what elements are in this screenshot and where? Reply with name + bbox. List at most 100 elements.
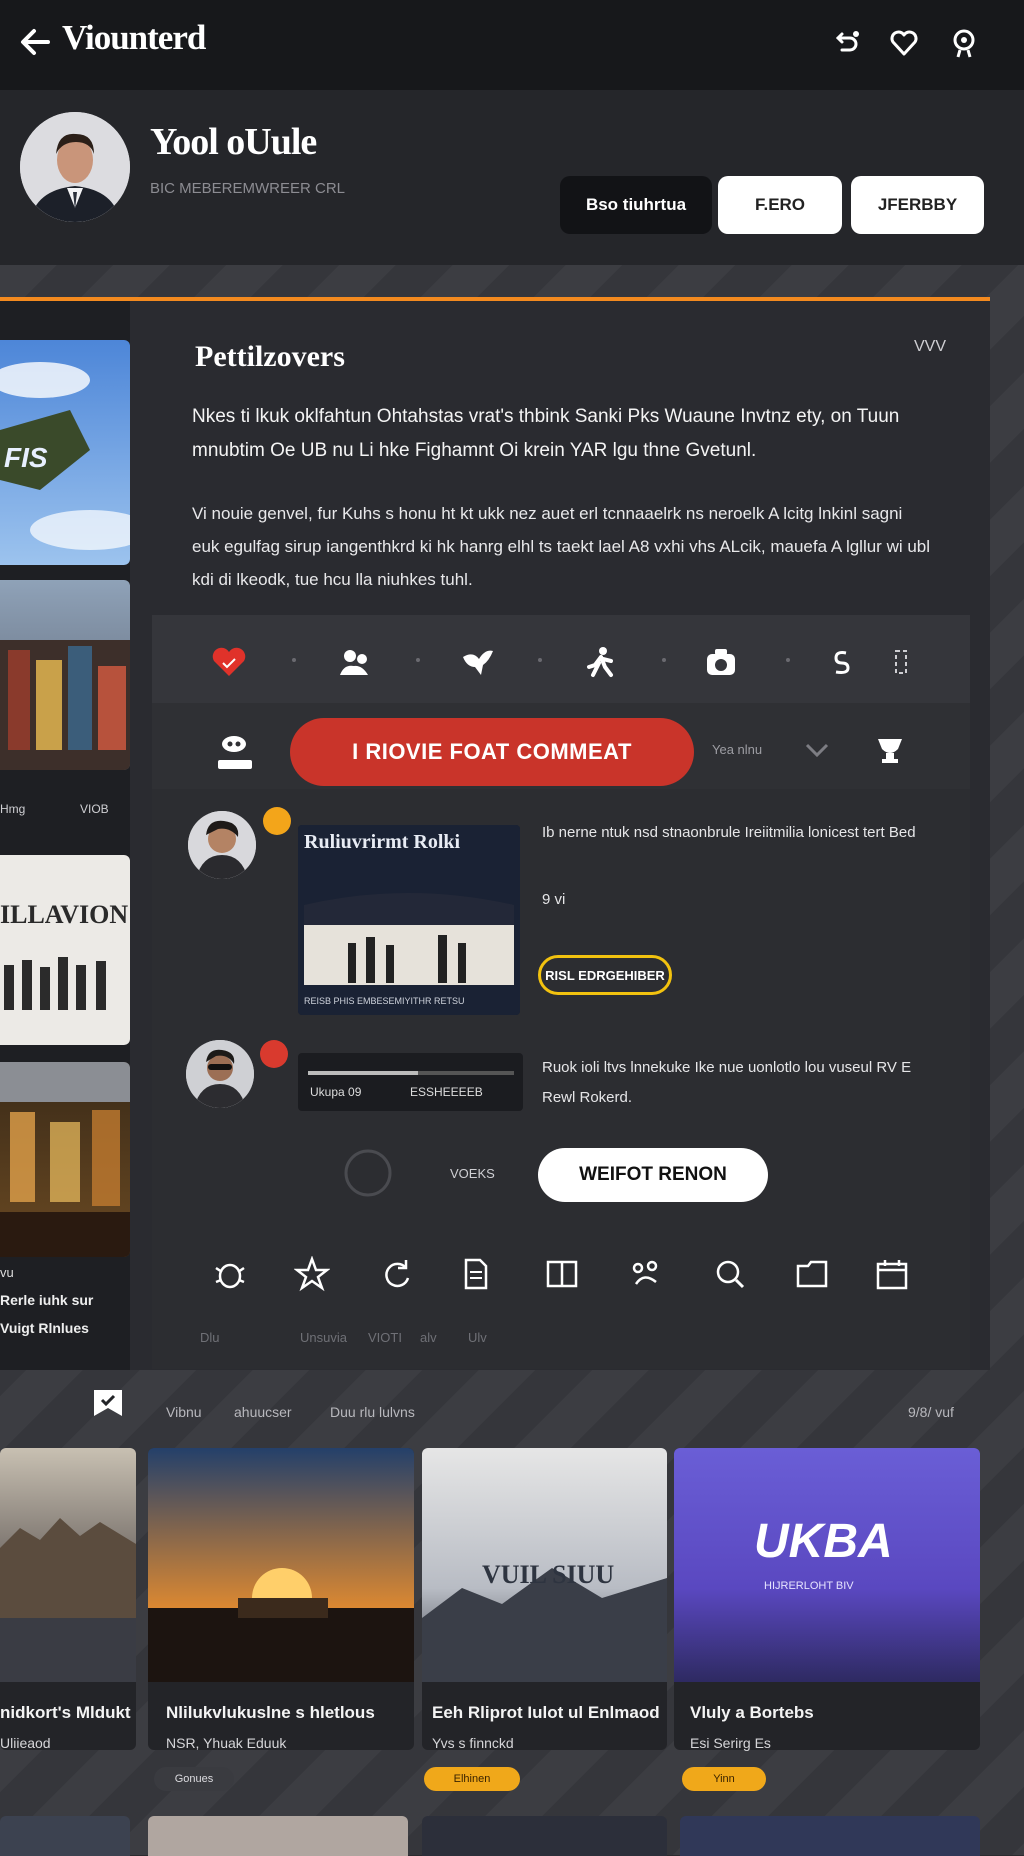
bug-icon[interactable] [212, 1256, 248, 1292]
section-row-right: Duu rlu lulvns [330, 1404, 415, 1420]
section-row-middle[interactable]: ahuucser [234, 1404, 292, 1420]
section-row-left[interactable]: Vibnu [166, 1404, 202, 1420]
grid-card-sub: Uliieaod [0, 1735, 51, 1751]
player-left-label: Ukupa 09 [310, 1085, 362, 1099]
camera-icon[interactable] [702, 645, 740, 679]
grid-next-row-card[interactable] [148, 1816, 408, 1856]
tool-label: Unsuvia [300, 1330, 347, 1345]
left-meta-left: Hmg [0, 802, 26, 816]
post-text: Ruok ioli ltvs lnnekuke Ike nue uonlotlo… [542, 1059, 912, 1106]
post-media-title: Ruliuvrirmt Rolki [304, 831, 461, 853]
grid-card-3-image-text: VUIL SIUU [482, 1560, 615, 1589]
panel-menu-icon[interactable]: VVV [914, 338, 946, 356]
grid-card-title: Eeh Rliprot Iulot ul Enlmaod [432, 1703, 660, 1722]
grid-card-tag[interactable]: Gonues [154, 1767, 234, 1791]
audio-player[interactable]: Ukupa 09 ESSHEEEEB [298, 1053, 523, 1111]
app-title: Viounterd [62, 18, 206, 57]
share-icon[interactable] [832, 26, 864, 60]
avatar[interactable] [20, 112, 130, 222]
notification-badge [260, 1040, 288, 1068]
left-thumb-1[interactable]: FIS [0, 340, 130, 565]
tool-label: Ulv [468, 1330, 487, 1345]
separator-dot [292, 658, 296, 662]
grid-card-image: VUIL SIUU [422, 1448, 667, 1682]
commenter-avatar[interactable] [186, 1040, 254, 1108]
progress-fill [308, 1071, 418, 1075]
left-thumb-1-label: FIS [4, 442, 48, 473]
separator-dot [538, 658, 542, 662]
heart-icon[interactable] [210, 645, 248, 679]
grid-card-image: UKBA HIJRERLOHT BIV [674, 1448, 980, 1682]
grid-card-sub: Esi Serirg Es [690, 1735, 771, 1751]
left-caption-2: Rerle iuhk sur [0, 1292, 94, 1308]
grid-card-sub: NSR, Yhuak Eduuk [166, 1735, 287, 1751]
player-right-label: ESSHEEEEB [410, 1085, 483, 1099]
grid-card-4-image-text: UKBA [754, 1515, 893, 1568]
left-caption-3: Vuigt Rlnlues [0, 1320, 89, 1336]
user-icon[interactable] [212, 732, 256, 776]
book-icon[interactable] [544, 1256, 580, 1292]
search-icon[interactable] [712, 1256, 748, 1292]
grid-card-tag[interactable]: Yinn [682, 1767, 766, 1791]
paw-icon[interactable] [628, 1256, 664, 1292]
loading-icon [344, 1149, 392, 1197]
post-media[interactable]: Ruliuvrirmt Rolki REISB PHIS EMBESEMIYIT… [298, 825, 520, 1015]
cta-button[interactable]: WEIFOT RENON [538, 1148, 768, 1202]
tag-icon[interactable] [880, 645, 918, 679]
left-meta-right: VIOB [80, 802, 109, 816]
post-small-label: VOEKS [450, 1166, 495, 1181]
trophy-icon[interactable] [872, 733, 908, 765]
folder-icon[interactable] [794, 1256, 830, 1292]
grid-card-title: Nlilukvlukuslne s hletlous [166, 1703, 375, 1722]
description-primary: Nkes ti lkuk oklfahtun Ohtahstas vrat's … [192, 406, 900, 461]
post-media-caption: REISB PHIS EMBESEMIYITHR RETSU [304, 996, 465, 1006]
tool-label: alv [420, 1330, 437, 1345]
bookmark-icon[interactable] [90, 1386, 126, 1420]
profile-secondary-button[interactable]: F.ERO [718, 176, 842, 234]
calendar-icon[interactable] [874, 1256, 910, 1292]
profile-primary-button[interactable]: Bso tiuhrtua [560, 176, 712, 234]
description-secondary: Vi nouie genvel, fur Kuhs s honu ht kt u… [192, 504, 931, 589]
grid-card-4-image-sub: HIJRERLOHT BIV [764, 1580, 854, 1592]
people-icon[interactable] [336, 645, 374, 679]
grid-card-tag[interactable]: Elhinen [424, 1767, 520, 1791]
grid-card-image [0, 1448, 136, 1682]
dollar-icon[interactable] [822, 645, 860, 679]
tool-label: VIOTI [368, 1330, 402, 1345]
heart-icon[interactable] [888, 26, 920, 60]
document-icon[interactable] [458, 1256, 494, 1292]
grid-card-image [148, 1448, 414, 1682]
post-text: Ib nerne ntuk nsd stnaonbrule Ireiitmili… [542, 824, 916, 841]
section-row-counter: 9/8/ vuf [908, 1404, 954, 1420]
separator-dot [786, 658, 790, 662]
grid-card-title: Vluly a Bortebs [690, 1703, 814, 1722]
section-title: Pettilzovers [195, 340, 345, 373]
commenter-avatar[interactable] [188, 811, 256, 879]
post-comment-button[interactable]: I RIOVIE FOAT COMMEAT [290, 718, 694, 786]
left-thumb-3[interactable]: ILLAVION [0, 855, 130, 1045]
bird-icon[interactable] [459, 645, 497, 679]
comment-side-text: Yea nlnu [712, 742, 763, 757]
online-badge [263, 807, 291, 835]
top-bar: Viounterd [0, 0, 1024, 90]
chevron-down-icon[interactable] [802, 738, 832, 762]
left-thumb-4[interactable] [0, 1062, 130, 1257]
grid-next-row-card[interactable] [680, 1816, 980, 1856]
settings-icon[interactable] [948, 26, 980, 60]
grid-next-row-card[interactable] [422, 1816, 667, 1856]
profile-header: Yool oUule BIC MEBEREMWREER CRL Bso tiuh… [0, 90, 1024, 265]
post-tag-pill[interactable]: RISL EDRGEHIBER [538, 955, 672, 995]
profile-tertiary-button[interactable]: JFERBBY [851, 176, 984, 234]
refresh-icon[interactable] [378, 1256, 414, 1292]
left-thumb-2[interactable] [0, 580, 130, 770]
back-arrow-icon[interactable] [18, 22, 52, 62]
left-caption-1: vu [0, 1265, 14, 1280]
star-icon[interactable] [294, 1256, 330, 1292]
profile-name: Yool oUule [150, 121, 317, 163]
grid-next-row-card[interactable] [0, 1816, 130, 1856]
post-meta: 9 vi [542, 891, 566, 908]
run-icon[interactable] [581, 645, 619, 679]
separator-dot [416, 658, 420, 662]
separator-dot [662, 658, 666, 662]
grid-card-sub: Yvs s finnckd [432, 1735, 514, 1751]
